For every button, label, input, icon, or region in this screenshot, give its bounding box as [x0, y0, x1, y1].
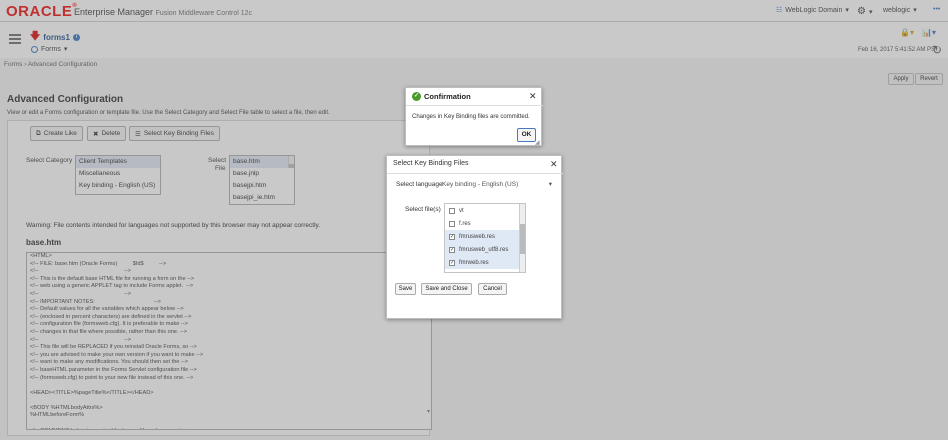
confirmation-dialog: ✓ Confirmation ✕ Changes in Key Binding … — [405, 87, 543, 146]
close-icon[interactable]: ✕ — [550, 159, 558, 170]
ok-button[interactable]: OK — [517, 128, 536, 142]
close-icon[interactable]: ✕ — [529, 91, 537, 102]
language-select-value: Key binding - English (US) — [442, 180, 519, 188]
cancel-button[interactable]: Cancel — [478, 283, 507, 295]
file-row-label: vt — [459, 207, 464, 214]
select-files-label: Select file(s) — [405, 206, 441, 213]
language-select[interactable]: Key binding - English (US) ▾ — [442, 178, 555, 190]
confirmation-title: ✓ Confirmation — [412, 92, 471, 101]
files-list-scrollbar[interactable] — [519, 204, 525, 272]
checked-checkbox-icon[interactable]: ✓ — [449, 259, 455, 266]
file-checkbox-row[interactable]: ✓ fmrusweb.res — [445, 230, 525, 243]
file-row-label: fmrusweb_utf8.res — [459, 246, 509, 253]
confirmation-message: Changes in Key Binding files are committ… — [412, 114, 530, 120]
file-checkbox-row[interactable]: f.res — [445, 217, 525, 230]
scrollbar-thumb[interactable] — [520, 224, 525, 254]
file-checkbox-row[interactable]: vt — [445, 204, 525, 217]
file-row-label: f.res — [459, 220, 471, 227]
file-checkbox-row[interactable]: ✓ fmrusweb_utf8.res — [445, 243, 525, 256]
select-language-label: Select language — [396, 181, 443, 188]
key-binding-dialog-title: Select Key Binding Files — [393, 160, 469, 167]
select-key-binding-dialog: Select Key Binding Files ✕ Select langua… — [386, 155, 563, 319]
checkbox-icon[interactable] — [449, 220, 455, 227]
resize-handle-icon[interactable]: ◢ — [535, 139, 540, 146]
divider — [387, 173, 563, 174]
save-and-close-button[interactable]: Save and Close — [421, 283, 472, 295]
checked-checkbox-icon[interactable]: ✓ — [449, 246, 455, 253]
checkbox-icon[interactable] — [449, 207, 455, 214]
divider — [406, 105, 543, 106]
file-row-label: fmrweb.res — [459, 259, 489, 266]
save-button[interactable]: Save — [395, 283, 416, 295]
key-binding-files-list[interactable]: vt f.res ✓ fmrusweb.res ✓ fmrusweb_utf8.re… — [444, 203, 526, 273]
confirmation-title-text: Confirmation — [424, 92, 471, 101]
success-check-icon: ✓ — [412, 92, 421, 101]
file-checkbox-row[interactable]: ✓ fmrweb.res — [445, 256, 525, 269]
file-row-label: fmrusweb.res — [459, 233, 496, 240]
checked-checkbox-icon[interactable]: ✓ — [449, 233, 455, 240]
chevron-down-icon: ▾ — [548, 181, 552, 188]
